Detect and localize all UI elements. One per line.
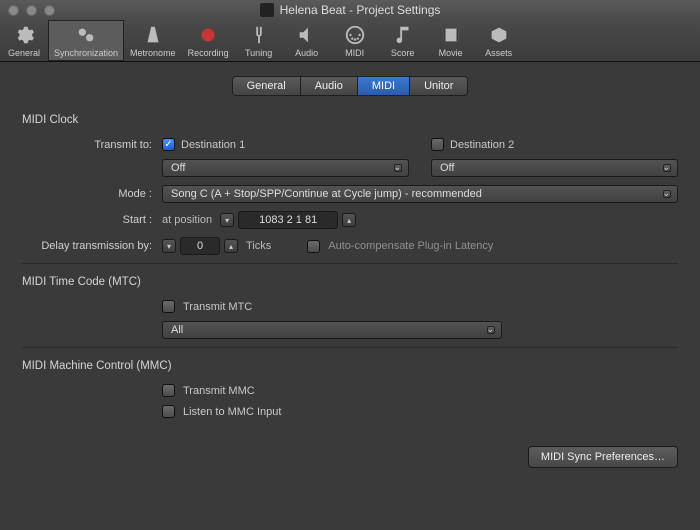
destination-2-label: Destination 2	[450, 139, 514, 151]
toolbar-audio[interactable]: Audio	[283, 20, 331, 61]
toolbar-metronome[interactable]: Metronome	[124, 20, 182, 61]
window-title-text: Helena Beat - Project Settings	[280, 3, 441, 17]
toolbar-label: Movie	[439, 48, 463, 58]
transmit-mmc-checkbox[interactable]	[162, 384, 175, 397]
window-title: Helena Beat - Project Settings	[0, 3, 700, 17]
gear-icon	[13, 24, 35, 46]
tab-midi[interactable]: MIDI	[358, 77, 410, 95]
transmit-to-label: Transmit to:	[22, 139, 162, 151]
destination-1-label: Destination 1	[181, 139, 245, 151]
toolbar: General Synchronization Metronome Record…	[0, 20, 700, 62]
destination-2-checkbox[interactable]	[431, 138, 444, 151]
toolbar-label: Recording	[188, 48, 229, 58]
delay-decrement[interactable]: ▾	[162, 239, 176, 253]
auto-compensate-checkbox[interactable]	[307, 240, 320, 253]
toolbar-label: General	[8, 48, 40, 58]
toolbar-movie[interactable]: Movie	[427, 20, 475, 61]
listen-mmc-label: Listen to MMC Input	[183, 406, 281, 418]
auto-compensate-label: Auto-compensate Plug-in Latency	[328, 240, 493, 252]
tuning-fork-icon	[248, 24, 270, 46]
toolbar-synchronization[interactable]: Synchronization	[48, 20, 124, 61]
toolbar-label: Metronome	[130, 48, 176, 58]
start-label: Start :	[22, 214, 162, 226]
tab-general[interactable]: General	[233, 77, 301, 95]
tab-unitor[interactable]: Unitor	[410, 77, 467, 95]
tab-audio[interactable]: Audio	[301, 77, 358, 95]
toolbar-label: Score	[391, 48, 415, 58]
toolbar-label: Synchronization	[54, 48, 118, 58]
sync-gears-icon	[75, 24, 97, 46]
toolbar-score[interactable]: Score	[379, 20, 427, 61]
transmit-mtc-checkbox[interactable]	[162, 300, 175, 313]
record-icon	[197, 24, 219, 46]
listen-mmc-checkbox[interactable]	[162, 405, 175, 418]
start-position-stepper: ▾ 1083 2 1 81 ▴	[220, 211, 356, 229]
midi-sync-preferences-button[interactable]: MIDI Sync Preferences…	[528, 446, 678, 468]
main-pane: General Audio MIDI Unitor MIDI Clock Tra…	[0, 62, 700, 530]
mtc-port-dropdown[interactable]: All	[162, 321, 502, 339]
film-icon	[440, 24, 462, 46]
delay-label: Delay transmission by:	[22, 240, 162, 252]
delay-increment[interactable]: ▴	[224, 239, 238, 253]
footer: MIDI Sync Preferences…	[22, 426, 678, 468]
box-icon	[488, 24, 510, 46]
toolbar-general[interactable]: General	[0, 20, 48, 61]
start-position-decrement[interactable]: ▾	[220, 213, 234, 227]
toolbar-recording[interactable]: Recording	[182, 20, 235, 61]
destination-1-checkbox[interactable]	[162, 138, 175, 151]
toolbar-label: Tuning	[245, 48, 272, 58]
delay-field[interactable]: 0	[180, 237, 220, 255]
start-position-field[interactable]: 1083 2 1 81	[238, 211, 338, 229]
app-icon	[260, 3, 274, 17]
mode-label: Mode :	[22, 188, 162, 200]
delay-unit: Ticks	[246, 240, 271, 252]
delay-stepper: ▾ 0 ▴	[162, 237, 238, 255]
titlebar: Helena Beat - Project Settings	[0, 0, 700, 20]
segmented-control: General Audio MIDI Unitor	[232, 76, 469, 96]
start-position-increment[interactable]: ▴	[342, 213, 356, 227]
toolbar-midi[interactable]: MIDI	[331, 20, 379, 61]
mode-dropdown[interactable]: Song C (A + Stop/SPP/Continue at Cycle j…	[162, 185, 678, 203]
toolbar-label: Audio	[295, 48, 318, 58]
transmit-mmc-label: Transmit MMC	[183, 385, 255, 397]
midi-port-icon	[344, 24, 366, 46]
toolbar-tuning[interactable]: Tuning	[235, 20, 283, 61]
divider	[22, 263, 678, 264]
toolbar-assets[interactable]: Assets	[475, 20, 523, 61]
section-mtc-title: MIDI Time Code (MTC)	[22, 276, 678, 288]
sync-subtabs: General Audio MIDI Unitor	[22, 76, 678, 96]
section-mmc-title: MIDI Machine Control (MMC)	[22, 360, 678, 372]
section-midi-clock-title: MIDI Clock	[22, 114, 678, 126]
music-note-icon	[392, 24, 414, 46]
toolbar-label: MIDI	[345, 48, 364, 58]
project-settings-window: Helena Beat - Project Settings General S…	[0, 0, 700, 530]
metronome-icon	[142, 24, 164, 46]
speaker-icon	[296, 24, 318, 46]
destination-2-port-dropdown[interactable]: Off	[431, 159, 678, 177]
destination-1-port-dropdown[interactable]: Off	[162, 159, 409, 177]
transmit-mtc-label: Transmit MTC	[183, 301, 252, 313]
toolbar-label: Assets	[485, 48, 512, 58]
divider	[22, 347, 678, 348]
start-prefix: at position	[162, 214, 212, 226]
